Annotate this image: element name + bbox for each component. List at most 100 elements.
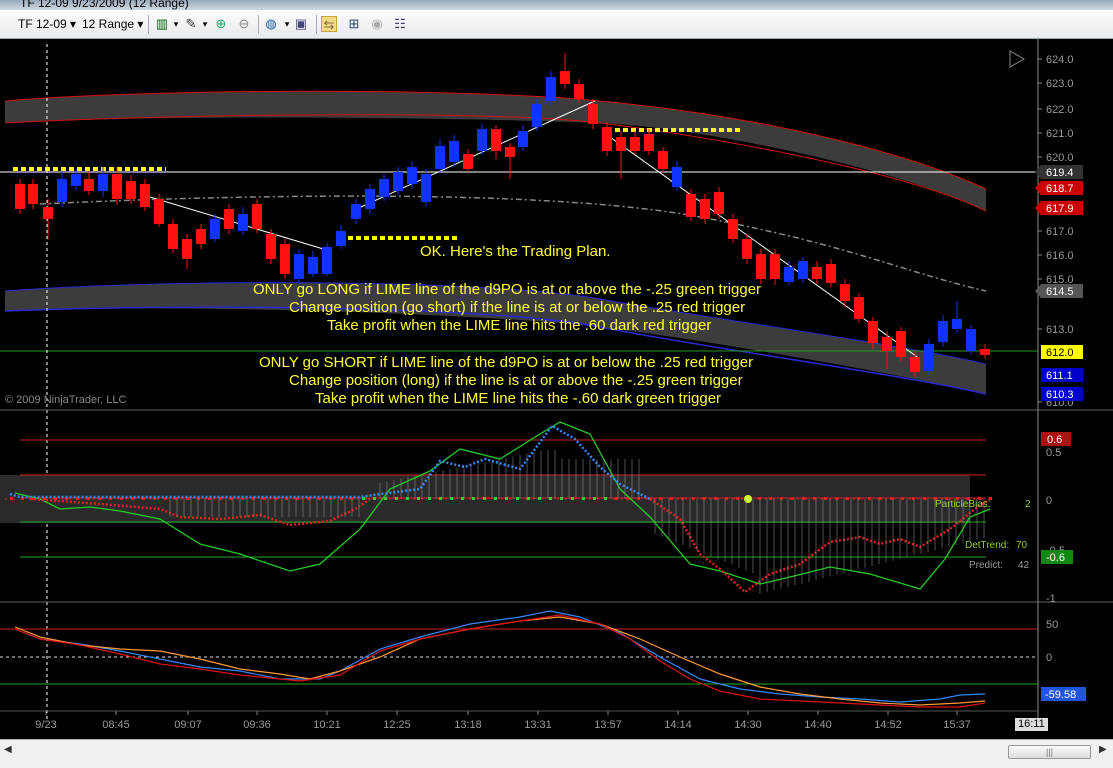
chevron-down-icon[interactable]: ▾: [168, 16, 184, 32]
price-badge-text: 612.0: [1046, 347, 1074, 359]
bias-marker: [681, 497, 684, 500]
chart-trader-icon[interactable]: ⊞: [346, 16, 362, 32]
candle-body: [463, 154, 473, 169]
scroll-right-icon[interactable]: ▶: [1099, 744, 1107, 755]
scroll-left-icon[interactable]: ◀: [4, 744, 12, 755]
candle-body: [840, 284, 850, 301]
candle-body: [308, 257, 318, 274]
bias-marker: [461, 497, 464, 500]
bias-marker: [428, 497, 431, 500]
bias-marker: [890, 497, 893, 500]
data-box-icon[interactable]: ⇆: [321, 16, 337, 32]
price-tick-label: 621.0: [1046, 128, 1074, 140]
toolbar-separator: [258, 15, 259, 34]
candle-body: [924, 344, 934, 371]
indicator1-tick-label: 0: [1046, 495, 1052, 507]
candle-body: [98, 174, 108, 191]
time-tick-label: 08:45: [102, 719, 130, 731]
bias-marker: [791, 497, 794, 500]
candle-body: [15, 184, 25, 209]
bias-marker: [813, 497, 816, 500]
price-tick-label: 623.0: [1046, 78, 1074, 90]
candle-body: [322, 247, 332, 274]
globe-icon[interactable]: ◍: [263, 16, 279, 32]
plan-line-4: Take profit when the LIME line hits the …: [327, 317, 712, 334]
candle-body: [644, 134, 654, 151]
price-badge-text: 617.9: [1046, 203, 1074, 215]
bias-marker: [417, 497, 420, 500]
plan-line-1: OK. Here's the Trading Plan.: [420, 243, 611, 260]
properties-icon[interactable]: ☷: [392, 16, 408, 32]
zoom-in-icon[interactable]: ⊕: [213, 16, 229, 32]
bias-marker: [692, 497, 695, 500]
bias-marker: [472, 497, 475, 500]
chart-canvas[interactable]: 624.0623.0622.0621.0620.0617.0616.0615.0…: [0, 39, 1113, 739]
indicator1-badge-text: 0.6: [1047, 434, 1062, 446]
det-trend-label: DetTrend:: [965, 540, 1010, 551]
candle-body: [672, 167, 682, 187]
crosshair-icon[interactable]: ◉: [369, 16, 385, 32]
predict-label: Predict:: [969, 560, 1003, 571]
bias-marker: [571, 497, 574, 500]
time-tick-label: 14:30: [734, 719, 762, 731]
bias-marker: [373, 497, 376, 500]
candle-body: [966, 329, 976, 351]
indicator2-tick-label: 50: [1046, 619, 1058, 631]
bias-marker: [846, 497, 849, 500]
time-tick-label: 13:57: [594, 719, 622, 731]
scroll-marker-icon: [1009, 50, 1026, 68]
candle-body: [770, 254, 780, 279]
bias-marker: [670, 497, 673, 500]
time-tick-label: 10:21: [313, 719, 341, 731]
time-tick-label: 14:52: [874, 719, 902, 731]
price-tick-label: 624.0: [1046, 54, 1074, 66]
candle-body: [351, 204, 361, 219]
bias-marker: [406, 497, 409, 500]
bias-marker: [923, 497, 926, 500]
bias-marker: [483, 497, 486, 500]
bias-marker: [582, 497, 585, 500]
bias-marker: [538, 497, 541, 500]
instrument-selector[interactable]: TF 12-09 ▾: [18, 15, 76, 33]
candle-body: [57, 179, 67, 202]
time-tick-label: 15:37: [943, 719, 971, 731]
candle-body: [518, 131, 528, 147]
price-badge-text: 618.7: [1046, 183, 1074, 195]
period-selector[interactable]: 12 Range ▾: [82, 15, 143, 33]
bias-marker: [494, 497, 497, 500]
candle-body: [560, 71, 570, 84]
period-label: 12 Range: [82, 17, 135, 31]
indicator2-tick-label: 0: [1046, 652, 1052, 664]
bias-marker: [527, 497, 530, 500]
chevron-down-icon[interactable]: ▾: [197, 16, 213, 32]
candle-body: [126, 181, 136, 199]
candle-body: [393, 172, 403, 191]
bias-marker: [637, 497, 640, 500]
time-tick-label: 13:31: [524, 719, 552, 731]
bias-marker: [769, 497, 772, 500]
candle-body: [182, 239, 192, 259]
zoom-out-icon[interactable]: ⊖: [236, 16, 252, 32]
time-tick-label: 9/23: [35, 719, 56, 731]
candle-body: [365, 189, 375, 209]
horizontal-scrollbar[interactable]: ◀ ||| ▶: [0, 739, 1113, 768]
candle-body: [742, 239, 752, 259]
candle-body: [224, 209, 234, 229]
candle-body: [798, 261, 808, 279]
bias-marker: [802, 497, 805, 500]
plan-line-6: Change position (long) if the line is at…: [289, 372, 743, 389]
scrollbar-thumb[interactable]: |||: [1008, 745, 1091, 759]
time-tick-label: 14:14: [664, 719, 692, 731]
bias-marker: [516, 497, 519, 500]
bias-marker: [835, 497, 838, 500]
candle-body: [630, 137, 640, 151]
particle-bias-label: ParticleBias:: [935, 499, 991, 510]
bias-marker: [857, 497, 860, 500]
candle-body: [477, 129, 487, 151]
snapshot-icon[interactable]: ▣: [293, 16, 309, 32]
plan-line-2: ONLY go LONG if LIME line of the d9PO is…: [253, 281, 762, 298]
time-tick-label: 09:07: [174, 719, 202, 731]
candle-body: [112, 174, 122, 199]
candle-body: [588, 104, 598, 124]
bias-marker: [725, 497, 728, 500]
